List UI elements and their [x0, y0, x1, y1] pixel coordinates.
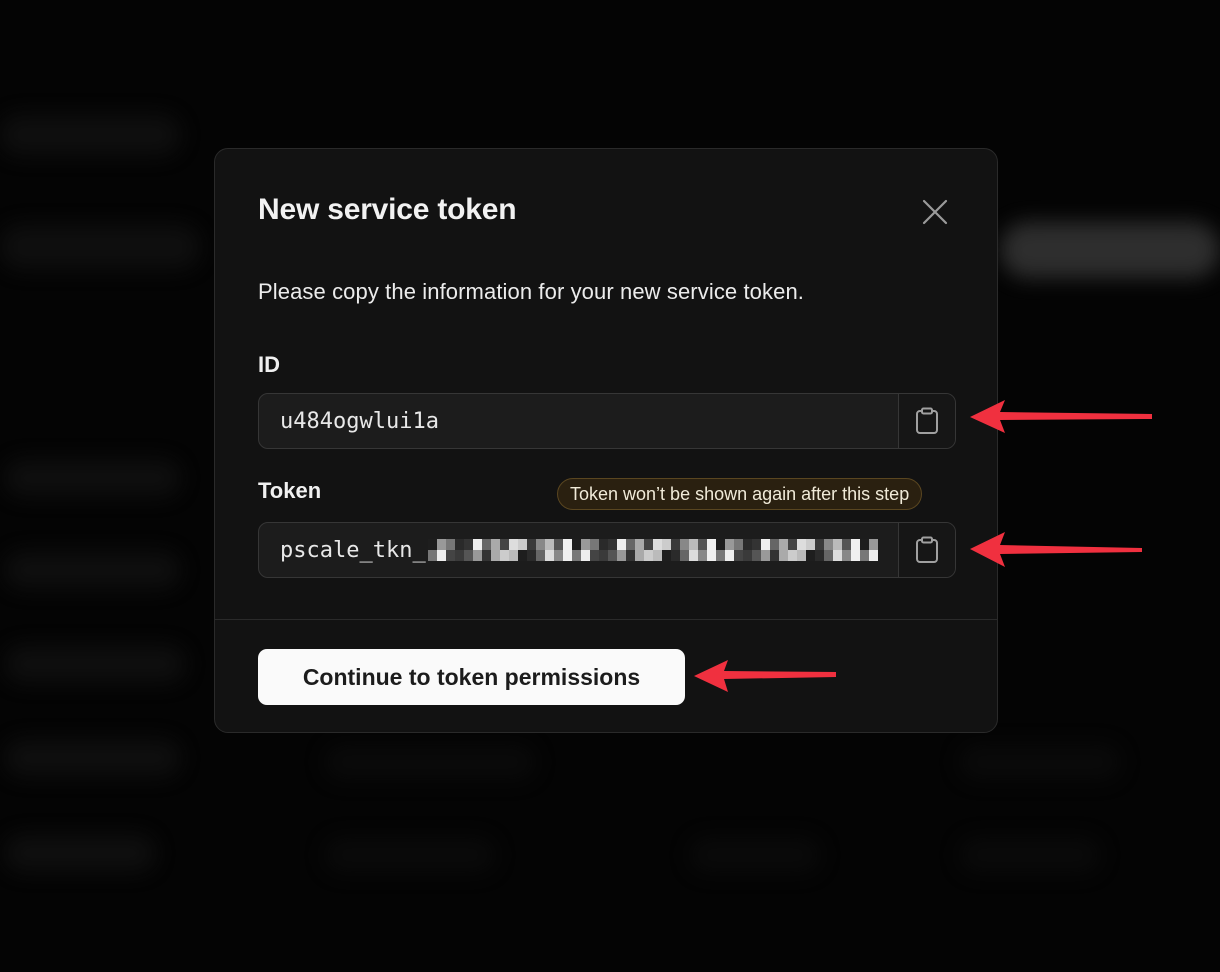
redaction-pixel — [634, 539, 644, 561]
redaction-pixel — [769, 539, 779, 561]
redaction-pixel — [436, 539, 446, 561]
clipboard-icon — [916, 407, 938, 434]
redaction-pixel — [643, 539, 653, 561]
redaction-pixel — [481, 539, 491, 561]
blurred-content — [5, 460, 180, 496]
redaction-pixel — [490, 539, 500, 561]
redaction-pixel — [589, 539, 599, 561]
continue-to-token-permissions-button[interactable]: Continue to token permissions — [258, 649, 685, 705]
redaction-pixel — [526, 539, 536, 561]
close-button[interactable] — [915, 194, 955, 230]
redaction-pixel — [553, 539, 563, 561]
id-field: u484ogwlui1a — [258, 393, 956, 449]
redaction-pixel — [508, 539, 518, 561]
blurred-content — [5, 835, 155, 871]
redaction-pixel — [742, 539, 752, 561]
redaction-pixel — [607, 539, 617, 561]
redaction-pixel — [832, 539, 842, 561]
redaction-pixel — [616, 539, 626, 561]
close-icon — [922, 199, 948, 225]
annotation-arrow-continue — [694, 660, 836, 692]
blurred-content — [0, 225, 200, 269]
redaction-pixel — [823, 539, 833, 561]
blurred-content — [5, 552, 180, 588]
blurred-content — [0, 115, 180, 155]
annotation-arrow-id — [970, 400, 1152, 433]
redaction-pixel — [454, 539, 464, 561]
blurred-content — [960, 838, 1100, 872]
annotation-arrow-token — [970, 532, 1142, 567]
redaction-pixel — [805, 539, 815, 561]
redaction-pixel — [625, 539, 635, 561]
redaction-pixel — [499, 539, 509, 561]
redaction-pixel — [670, 539, 680, 561]
copy-token-button[interactable] — [898, 523, 955, 577]
redaction-pixel — [814, 539, 824, 561]
id-label: ID — [258, 352, 280, 377]
redaction-pixel — [535, 539, 545, 561]
redaction-pixel — [697, 539, 707, 561]
redaction-pixel — [679, 539, 689, 561]
blurred-content — [960, 745, 1120, 779]
redaction-pixel — [598, 539, 608, 561]
redaction-pixel — [787, 539, 797, 561]
redaction-pixel — [463, 539, 473, 561]
redaction-pixel — [688, 539, 698, 561]
id-value[interactable]: u484ogwlui1a — [259, 394, 898, 448]
redaction-pixel — [751, 539, 761, 561]
redaction-pixel — [706, 539, 716, 561]
redaction-pixel — [733, 539, 743, 561]
redaction-pixel — [544, 539, 554, 561]
redaction-pixel — [661, 539, 671, 561]
dialog-description: Please copy the information for your new… — [258, 279, 804, 304]
blurred-content — [690, 838, 820, 872]
redaction-pixel — [850, 539, 860, 561]
blurred-content — [325, 745, 535, 779]
redaction-pixel — [580, 539, 590, 561]
redaction-pixel — [571, 539, 581, 561]
redaction-pixel — [760, 539, 770, 561]
redaction-pixel — [778, 539, 788, 561]
redaction-pixel — [652, 539, 662, 561]
redaction-pixel — [517, 539, 527, 561]
blurred-button — [1000, 222, 1220, 278]
token-label: Token — [258, 478, 322, 503]
redaction-pixel — [796, 539, 806, 561]
dialog-title: New service token — [258, 193, 517, 226]
redaction-pixel — [841, 539, 851, 561]
clipboard-icon — [916, 536, 938, 563]
blurred-content — [325, 838, 495, 872]
token-value[interactable]: pscale_tkn_ — [259, 523, 898, 577]
redaction-pixel — [427, 539, 437, 561]
redaction-pixel — [724, 539, 734, 561]
blurred-content — [5, 646, 185, 682]
blurred-content — [5, 740, 180, 776]
redaction-pixel — [472, 539, 482, 561]
redaction-pixel — [445, 539, 455, 561]
token-field: pscale_tkn_ — [258, 522, 956, 578]
new-service-token-dialog: New service token Please copy the inform… — [214, 148, 998, 733]
redaction-pixel — [715, 539, 725, 561]
redaction-pixel — [859, 539, 869, 561]
token-warning-badge: Token won’t be shown again after this st… — [557, 478, 923, 510]
redaction-pixel — [562, 539, 572, 561]
redaction-pixel — [868, 539, 878, 561]
copy-id-button[interactable] — [898, 394, 955, 448]
redacted-token-pixels — [427, 536, 878, 564]
token-prefix: pscale_tkn_ — [280, 537, 426, 563]
footer-divider — [215, 619, 997, 620]
